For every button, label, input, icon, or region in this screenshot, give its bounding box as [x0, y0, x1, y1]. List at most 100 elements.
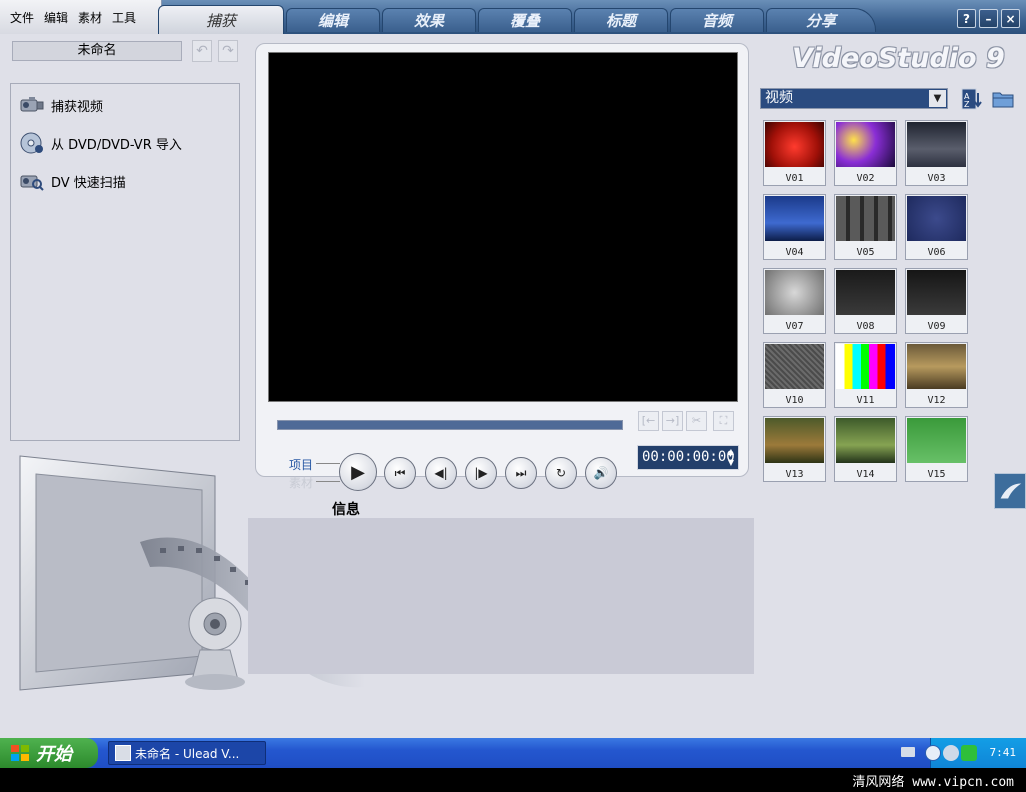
menu-clip[interactable]: 素材 [78, 9, 102, 26]
clip-preview-image [836, 270, 895, 315]
start-button[interactable]: 开始 [0, 738, 98, 768]
network-icon[interactable] [943, 745, 959, 761]
tab-overlay[interactable]: 覆叠 [478, 8, 572, 32]
mark-out-icon: →] [665, 414, 680, 427]
clip-preview-image [907, 196, 966, 241]
redo-icon: ↷ [222, 43, 234, 59]
step-back-icon: ◀| [434, 466, 448, 480]
clip-preview-image [765, 122, 824, 167]
minimize-button[interactable]: – [979, 9, 998, 28]
tab-title[interactable]: 标题 [574, 8, 668, 32]
clip-preview-image [836, 418, 895, 463]
menu-edit[interactable]: 编辑 [44, 9, 68, 26]
clip-preview-image [836, 122, 895, 167]
clip-preview-image [907, 122, 966, 167]
timecode-spinner[interactable]: ▲ ▼ [724, 446, 738, 469]
ulead-arrow-icon [1000, 483, 1022, 499]
mode-divider [316, 463, 340, 464]
cut-clip-button[interactable]: ✂ [686, 411, 707, 431]
library-clip-thumbnail[interactable]: V12 [905, 342, 968, 408]
next-frame-button[interactable]: |▶ [465, 457, 497, 489]
app-icon [115, 745, 131, 761]
library-clip-thumbnail[interactable]: V02 [834, 120, 897, 186]
dvd-import-option[interactable]: 从 DVD/DVD-VR 导入 [19, 128, 182, 158]
library-clip-thumbnail[interactable]: V01 [763, 120, 826, 186]
folder-icon[interactable] [991, 87, 1015, 111]
info-heading: 信息 [332, 502, 360, 518]
library-clip-thumbnail[interactable]: V05 [834, 194, 897, 260]
speaker-icon: 🔊 [593, 466, 609, 480]
library-flyout-button[interactable] [994, 473, 1026, 509]
mark-in-button[interactable]: [← [638, 411, 659, 431]
clip-preview-image [836, 344, 895, 389]
clip-label: V07 [785, 321, 804, 332]
previous-frame-button[interactable]: ◀| [425, 457, 457, 489]
sort-library-icon[interactable]: A Z [960, 87, 984, 111]
clip-label: V11 [856, 395, 875, 406]
library-clip-thumbnail[interactable]: V11 [834, 342, 897, 408]
menu-tools[interactable]: 工具 [112, 9, 136, 26]
library-clip-thumbnail[interactable]: V08 [834, 268, 897, 334]
skip-back-icon: ⏮ [394, 465, 406, 480]
clip-label: V06 [927, 247, 946, 258]
start-label: 开始 [36, 744, 72, 765]
library-clip-thumbnail[interactable]: V03 [905, 120, 968, 186]
undo-icon: ↶ [196, 43, 208, 59]
taskbar-app-button[interactable]: 未命名 - Ulead V... [108, 741, 266, 765]
clip-preview-image [765, 270, 824, 315]
clip-label: V03 [927, 173, 946, 184]
help-button[interactable]: ? [957, 9, 976, 28]
scrubber-bar[interactable] [277, 420, 623, 430]
svg-text:Z: Z [964, 100, 970, 109]
library-clip-thumbnail[interactable]: V06 [905, 194, 968, 260]
go-to-end-button[interactable]: ⏭ [505, 457, 537, 489]
tab-effect[interactable]: 效果 [382, 8, 476, 32]
library-clip-thumbnail[interactable]: V07 [763, 268, 826, 334]
library-clip-thumbnail[interactable]: V15 [905, 416, 968, 482]
project-name: 未命名 [12, 41, 182, 61]
close-button[interactable]: × [1001, 9, 1020, 28]
chevron-down-icon[interactable]: ▼ [929, 90, 946, 107]
volume-button[interactable]: 🔊 [585, 457, 617, 489]
windows-flag-icon [11, 745, 29, 761]
mark-out-button[interactable]: →] [662, 411, 683, 431]
library-clip-thumbnail[interactable]: V13 [763, 416, 826, 482]
tab-capture[interactable]: 捕获 [158, 5, 284, 34]
enlarge-preview-button[interactable]: ⛶ [713, 411, 734, 431]
mode-divider [316, 481, 340, 482]
tab-audio[interactable]: 音频 [670, 8, 764, 32]
library-clip-thumbnail[interactable]: V10 [763, 342, 826, 408]
dv-quick-scan-label: DV 快速扫描 [51, 175, 126, 191]
clip-mode-label[interactable]: 素材 [289, 474, 313, 491]
project-mode-label[interactable]: 项目 [289, 456, 313, 473]
library-clip-thumbnail[interactable]: V09 [905, 268, 968, 334]
menu-file[interactable]: 文件 [10, 9, 34, 26]
library-clip-thumbnail[interactable]: V04 [763, 194, 826, 260]
application-window: 文件 编辑 素材 工具 捕获 编辑 效果 覆叠 标题 音频 分享 ? – × 未… [0, 0, 1026, 738]
clip-label: V09 [927, 321, 946, 332]
capture-video-label: 捕获视频 [51, 99, 104, 115]
dv-quick-scan-option[interactable]: DV 快速扫描 [19, 166, 126, 196]
capture-video-option[interactable]: 捕获视频 [19, 90, 103, 120]
clip-preview-image [836, 196, 895, 241]
library-clip-thumbnail[interactable]: V14 [834, 416, 897, 482]
repeat-button[interactable]: ↻ [545, 457, 577, 489]
keyboard-icon[interactable] [901, 747, 915, 757]
dvd-import-label: 从 DVD/DVD-VR 导入 [51, 137, 182, 153]
clip-label: V14 [856, 469, 875, 480]
clip-preview-image [907, 270, 966, 315]
clip-preview-image [765, 196, 824, 241]
undo-button[interactable]: ↶ [192, 40, 212, 62]
go-to-start-button[interactable]: ⏮ [384, 457, 416, 489]
ulead-tray-icon[interactable] [961, 745, 977, 761]
play-button[interactable]: ▶ [339, 453, 377, 491]
library-category-dropdown[interactable]: 视频 ▼ [760, 88, 948, 109]
clip-label: V04 [785, 247, 804, 258]
back-arrow-icon[interactable] [925, 745, 941, 761]
tab-share[interactable]: 分享 [766, 8, 876, 32]
tab-edit[interactable]: 编辑 [286, 8, 380, 32]
clip-label: V08 [856, 321, 875, 332]
clip-label: V01 [785, 173, 804, 184]
capture-options-panel: 捕获视频 从 DVD/DVD-VR 导入 DV 快速扫描 [10, 83, 240, 441]
redo-button[interactable]: ↷ [218, 40, 238, 62]
